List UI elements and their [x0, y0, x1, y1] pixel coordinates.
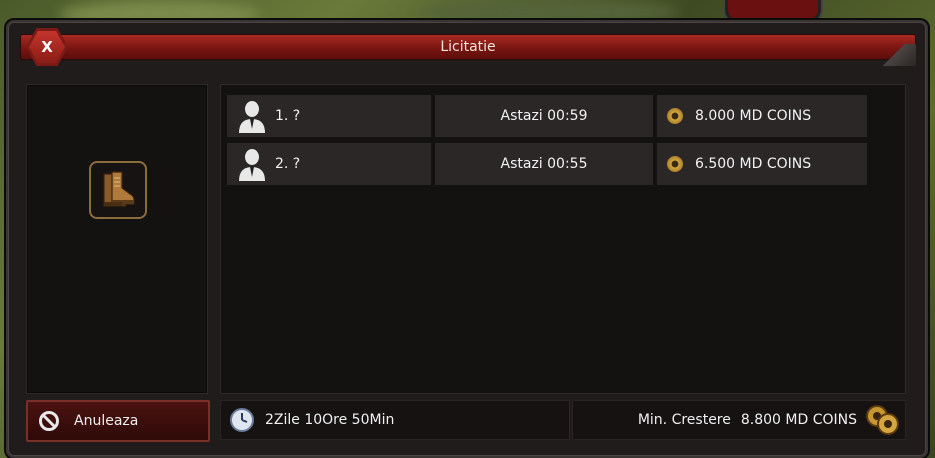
coins-icon: [866, 405, 899, 435]
bids-list: 1. ? Astazi 00:59 8.000 MD COINS 2. ? As…: [220, 84, 906, 394]
bid-row[interactable]: 2. ? Astazi 00:55 6.500 MD COINS: [227, 143, 869, 185]
bidder-cell: 1. ?: [227, 95, 431, 137]
bid-amount: 8.000 MD COINS: [695, 108, 812, 124]
min-increase-value: 8.800 MD COINS: [740, 412, 857, 428]
user-avatar-icon: [239, 101, 265, 133]
ban-icon: [39, 411, 59, 431]
bid-amount: 6.500 MD COINS: [695, 156, 812, 172]
bid-row[interactable]: 1. ? Astazi 00:59 8.000 MD COINS: [227, 95, 869, 137]
bidder-cell: 2. ?: [227, 143, 431, 185]
title-bar[interactable]: Licitatie: [20, 34, 916, 60]
close-icon: X: [41, 38, 53, 56]
user-avatar-icon: [239, 149, 265, 181]
bid-time: Astazi 00:59: [435, 95, 653, 137]
item-panel: [26, 84, 208, 394]
bid-time: Astazi 00:55: [435, 143, 653, 185]
bid-amount-cell: 6.500 MD COINS: [657, 143, 867, 185]
cancel-label: Anuleaza: [74, 413, 139, 429]
coin-icon: [667, 108, 683, 124]
auction-footer: 2Zile 10Ore 50Min Min. Crestere 8.800 MD…: [220, 400, 906, 440]
corner-ornament: [882, 44, 916, 66]
bid-amount-cell: 8.000 MD COINS: [657, 95, 867, 137]
min-increase: Min. Crestere 8.800 MD COINS: [572, 400, 906, 440]
auction-window: Licitatie X 1. ? Astazi 00:59 8.000 MD C…: [6, 20, 928, 458]
leather-boots-icon: [103, 171, 135, 207]
time-remaining: 2Zile 10Ore 50Min: [220, 400, 570, 440]
bidder-name: 1. ?: [275, 108, 301, 124]
coin-icon: [667, 156, 683, 172]
window-title: Licitatie: [440, 39, 496, 55]
min-increase-label: Min. Crestere: [637, 412, 731, 428]
item-slot[interactable]: [89, 161, 147, 219]
cancel-button[interactable]: Anuleaza: [26, 400, 210, 442]
background-object: [725, 0, 821, 22]
clock-icon: [230, 408, 254, 432]
bidder-name: 2. ?: [275, 156, 301, 172]
time-remaining-value: 2Zile 10Ore 50Min: [265, 412, 395, 428]
